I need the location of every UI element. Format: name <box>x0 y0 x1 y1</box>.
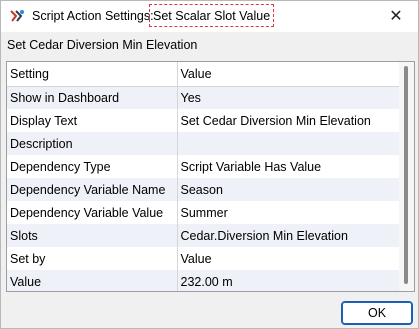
column-header-setting[interactable]: Setting <box>7 62 178 87</box>
setting-cell: Show in Dashboard <box>7 86 178 109</box>
column-header-value[interactable]: Value <box>177 62 399 87</box>
close-icon[interactable]: ✕ <box>386 7 406 27</box>
value-cell[interactable]: Cedar.Diversion Min Elevation <box>177 224 399 247</box>
settings-table-container: Setting Value Show in Dashboard Yes Disp… <box>6 61 415 292</box>
action-name-heading: Set Cedar Diversion Min Elevation <box>7 38 198 52</box>
setting-cell: Description <box>7 132 178 155</box>
setting-cell: Dependency Type <box>7 155 178 178</box>
value-cell[interactable]: Value <box>177 247 399 270</box>
value-cell[interactable]: Summer <box>177 201 399 224</box>
value-cell[interactable]: Season <box>177 178 399 201</box>
table-row[interactable]: Display Text Set Cedar Diversion Min Ele… <box>7 109 399 132</box>
setting-cell: Set by <box>7 247 178 270</box>
table-row[interactable]: Dependency Variable Name Season <box>7 178 399 201</box>
setting-cell: Display Text <box>7 109 178 132</box>
setting-cell: Dependency Variable Value <box>7 201 178 224</box>
value-cell[interactable]: 232.00 m <box>177 270 399 291</box>
setting-cell: Slots <box>7 224 178 247</box>
setting-cell: Dependency Variable Name <box>7 178 178 201</box>
dialog-window: Script Action Settings: Set Scalar Slot … <box>0 0 419 329</box>
window-title: Script Action Settings: <box>32 9 154 23</box>
setting-cell: Value <box>7 270 178 291</box>
scrollbar-thumb[interactable] <box>404 66 408 284</box>
value-cell[interactable] <box>177 132 399 155</box>
title-bar: Script Action Settings: Set Scalar Slot … <box>1 1 418 32</box>
settings-table: Setting Value Show in Dashboard Yes Disp… <box>7 62 399 291</box>
vertical-scrollbar[interactable] <box>399 62 414 291</box>
table-row[interactable]: Set by Value <box>7 247 399 270</box>
table-row[interactable]: Dependency Type Script Variable Has Valu… <box>7 155 399 178</box>
value-cell[interactable]: Yes <box>177 86 399 109</box>
table-row[interactable]: Value 232.00 m <box>7 270 399 291</box>
value-cell[interactable]: Set Cedar Diversion Min Elevation <box>177 109 399 132</box>
table-row[interactable]: Dependency Variable Value Summer <box>7 201 399 224</box>
app-icon <box>10 10 24 22</box>
table-row[interactable]: Slots Cedar.Diversion Min Elevation <box>7 224 399 247</box>
value-cell[interactable]: Script Variable Has Value <box>177 155 399 178</box>
table-row[interactable]: Description <box>7 132 399 155</box>
ok-button[interactable]: OK <box>341 301 413 325</box>
table-row[interactable]: Show in Dashboard Yes <box>7 86 399 109</box>
action-type-title: Set Scalar Slot Value <box>149 4 275 27</box>
